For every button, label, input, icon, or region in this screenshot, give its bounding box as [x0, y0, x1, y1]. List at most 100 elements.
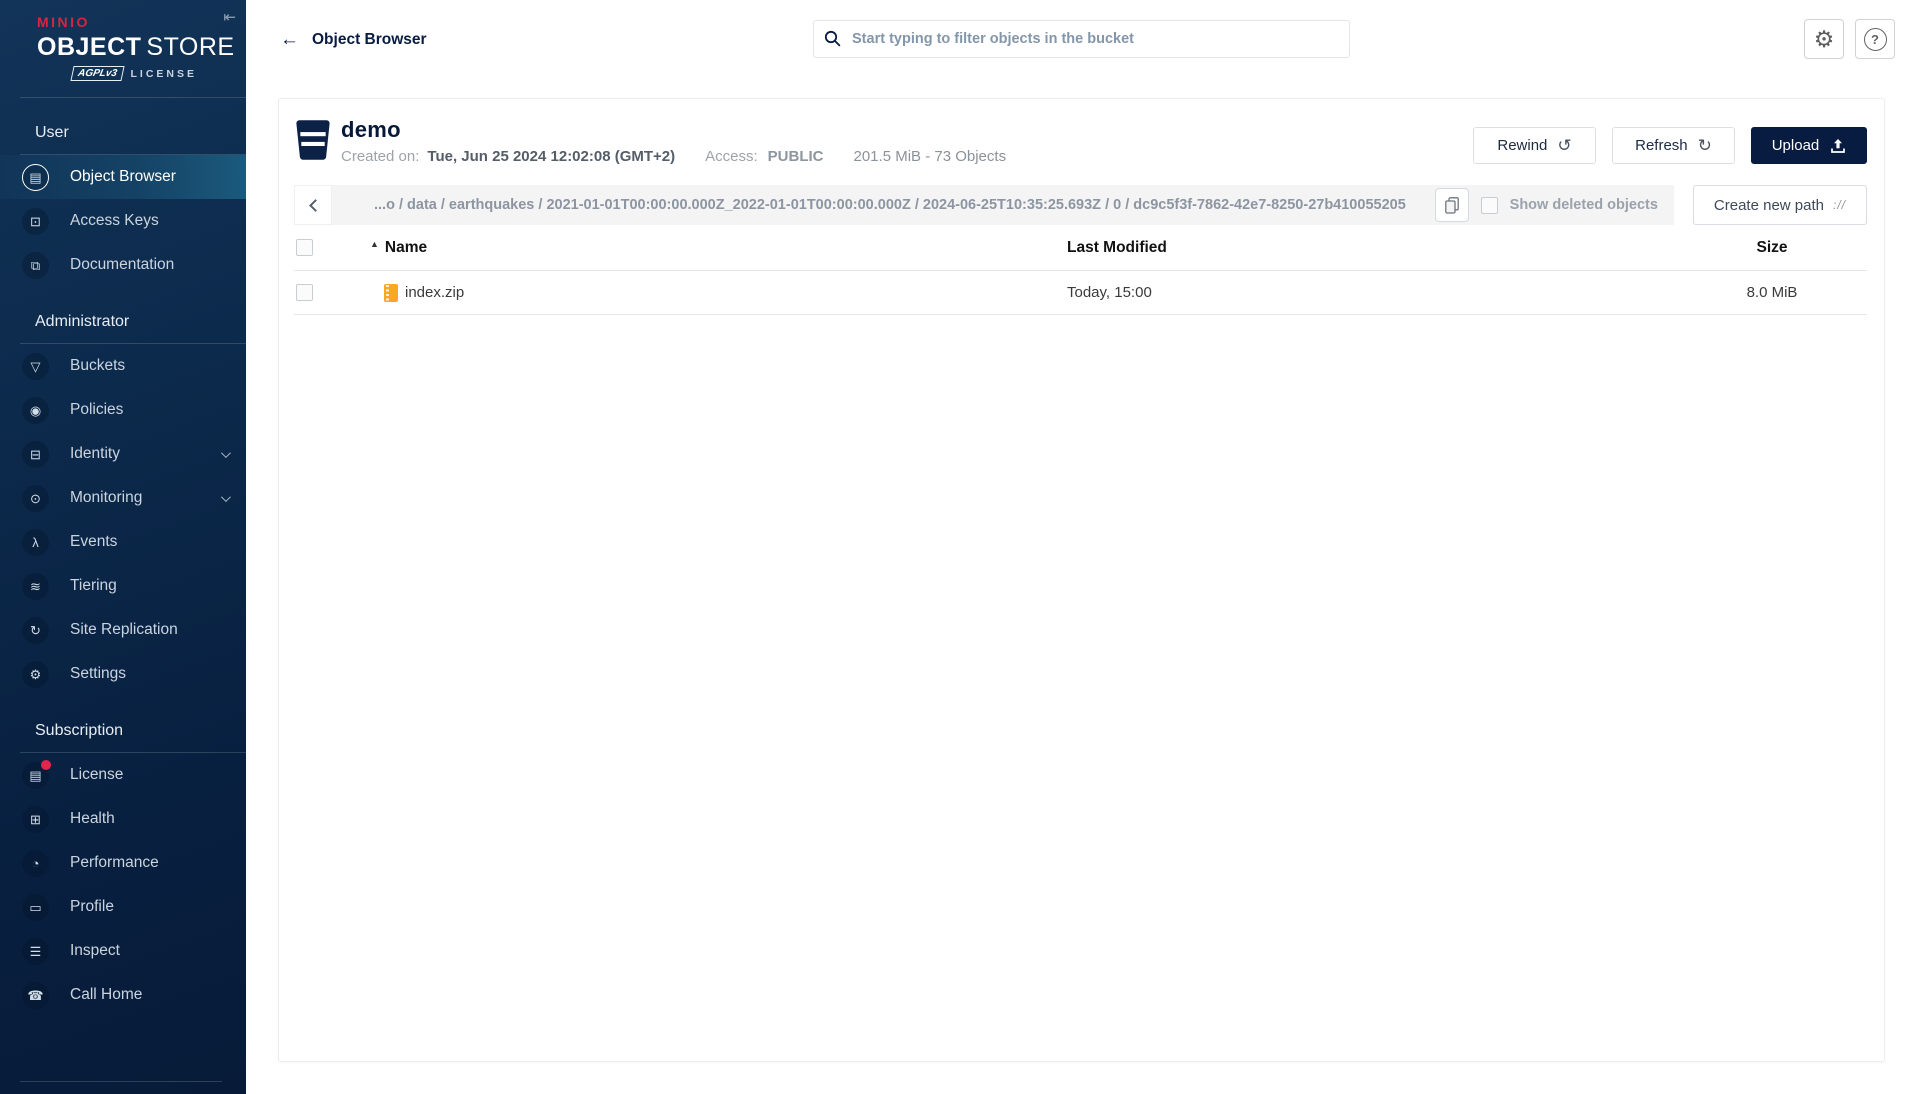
sidebar-item-identity[interactable]: ⊟ Identity	[0, 432, 246, 476]
call-home-icon: ☎	[22, 981, 49, 1009]
table-header-row: ▲ Name Last Modified Size	[294, 225, 1867, 271]
identity-icon: ⊟	[22, 440, 49, 468]
object-name-link[interactable]: index.zip	[405, 284, 464, 301]
object-size-cell: 8.0 MiB	[1746, 284, 1798, 301]
sidebar-item-call-home[interactable]: ☎ Call Home	[0, 973, 246, 1017]
row-checkbox[interactable]	[296, 284, 313, 301]
breadcrumb[interactable]: ...o / data / earthquakes / 2021-01-01T0…	[374, 197, 1423, 213]
sidebar-item-buckets[interactable]: ▽ Buckets	[0, 344, 246, 388]
size-header: Size	[1756, 238, 1788, 256]
select-all-cell	[294, 239, 340, 256]
rewind-icon: ↺	[1557, 135, 1572, 155]
sidebar-item-access-keys[interactable]: ⊡ Access Keys	[0, 199, 246, 243]
sidebar-item-license[interactable]: ▤ License	[0, 753, 246, 797]
agpl-badge: AGPLv3	[69, 66, 125, 81]
app-window: ⇤ MINIO OBJECT STORE AGPLv3 LICENSE User …	[0, 0, 1914, 1094]
sidebar-divider	[20, 97, 246, 98]
sidebar-bottom-divider	[20, 1081, 222, 1082]
page-title: Object Browser	[312, 30, 427, 48]
sidebar-item-policies[interactable]: ◉ Policies	[0, 388, 246, 432]
help-icon: ?	[1863, 27, 1887, 51]
inspect-icon: ☰	[22, 937, 49, 965]
profile-icon: ▭	[22, 893, 49, 921]
bucket-name: demo	[341, 117, 401, 142]
sidebar-item-documentation[interactable]: ⧉ Documentation	[0, 243, 246, 287]
breadcrumb-row: ...o / data / earthquakes / 2021-01-01T0…	[294, 185, 1867, 225]
created-value: Tue, Jun 25 2024 12:02:08 (GMT+2)	[427, 148, 676, 165]
sidebar-item-object-browser[interactable]: ▤ Object Browser	[0, 155, 246, 199]
sidebar-item-site-replication[interactable]: ↻ Site Replication	[0, 608, 246, 652]
sort-ascending-icon: ▲	[370, 238, 379, 249]
object-browser-icon: ▤	[22, 163, 49, 191]
sidebar-item-performance[interactable]: ◔ Performance	[0, 841, 246, 885]
bucket-icon	[296, 120, 330, 160]
site-replication-icon: ↻	[22, 616, 49, 644]
create-new-path-button[interactable]: Create new path ://	[1692, 185, 1867, 225]
main-area: ← Object Browser ⚙ ?	[246, 0, 1914, 1094]
rewind-button[interactable]: Rewind ↺	[1473, 127, 1596, 164]
search-bar	[813, 20, 1350, 58]
gear-icon: ⚙	[1813, 25, 1835, 52]
sidebar-item-health[interactable]: ⊞ Health	[0, 797, 246, 841]
section-label-administrator: Administrator	[35, 313, 130, 330]
chevron-down-icon	[220, 447, 231, 458]
sidebar: ⇤ MINIO OBJECT STORE AGPLv3 LICENSE User …	[0, 0, 246, 1094]
upload-button[interactable]: Upload	[1751, 127, 1867, 164]
access-keys-icon: ⊡	[22, 207, 49, 235]
topbar: ← Object Browser ⚙ ?	[246, 0, 1914, 79]
section-label-subscription: Subscription	[35, 722, 124, 739]
help-button[interactable]: ?	[1855, 19, 1895, 59]
bucket-card: demo Created on: Tue, Jun 25 2024 12:02:…	[278, 98, 1885, 1062]
copy-path-button[interactable]	[1434, 188, 1469, 222]
license-notification-dot	[41, 759, 51, 770]
access-value: PUBLIC	[767, 148, 824, 165]
select-all-checkbox[interactable]	[296, 239, 313, 256]
license-badge: AGPLv3 LICENSE	[37, 66, 197, 81]
chevron-down-icon	[220, 491, 231, 502]
back-arrow-icon[interactable]: ←	[280, 30, 299, 49]
section-label-user: User	[35, 124, 69, 141]
performance-icon: ◔	[22, 849, 49, 877]
row-select-cell	[294, 284, 340, 301]
health-icon: ⊞	[22, 805, 49, 833]
sidebar-item-profile[interactable]: ▭ Profile	[0, 885, 246, 929]
show-deleted-checkbox[interactable]	[1480, 196, 1498, 214]
product-name: OBJECT STORE	[37, 33, 235, 61]
sidebar-item-monitoring[interactable]: ⊙ Monitoring	[0, 476, 246, 520]
objects-table: ▲ Name Last Modified Size index.zip Toda…	[294, 225, 1867, 315]
license-icon: ▤	[22, 759, 51, 789]
refresh-icon: ↻	[1697, 135, 1712, 155]
created-label: Created on:	[341, 148, 420, 165]
chevron-left-icon	[308, 198, 322, 212]
minio-logo: MINIO OBJECT STORE AGPLv3 LICENSE	[0, 0, 246, 81]
tiering-icon: ≋	[22, 572, 49, 600]
bucket-meta: Created on: Tue, Jun 25 2024 12:02:08 (G…	[341, 148, 1006, 165]
copy-icon	[1444, 196, 1459, 214]
breadcrumb-back-button[interactable]	[294, 185, 332, 225]
policies-icon: ◉	[22, 396, 49, 424]
sidebar-item-settings[interactable]: ⚙ Settings	[0, 652, 246, 696]
search-input[interactable]	[813, 20, 1350, 58]
sidebar-item-tiering[interactable]: ≋ Tiering	[0, 564, 246, 608]
minio-wordmark: MINIO	[37, 14, 90, 30]
name-header[interactable]: ▲ Name	[340, 239, 1067, 257]
settings-button[interactable]: ⚙	[1804, 19, 1844, 59]
settings-icon: ⚙	[22, 660, 49, 688]
table-row[interactable]: index.zip Today, 15:00 8.0 MiB	[294, 271, 1867, 315]
events-icon: λ	[22, 528, 49, 556]
new-path-icon: ://	[1832, 198, 1846, 212]
access-label: Access:	[705, 148, 758, 165]
last-modified-header: Last Modified	[1067, 238, 1167, 256]
object-modified-cell: Today, 15:00	[1067, 284, 1152, 301]
upload-icon	[1831, 138, 1846, 153]
license-label: LICENSE	[130, 67, 197, 80]
breadcrumb-bar: ...o / data / earthquakes / 2021-01-01T0…	[332, 185, 1674, 225]
sidebar-collapse-icon[interactable]: ⇤	[223, 8, 236, 26]
sidebar-item-inspect[interactable]: ☰ Inspect	[0, 929, 246, 973]
search-icon	[824, 30, 841, 47]
sidebar-item-events[interactable]: λ Events	[0, 520, 246, 564]
bucket-header: demo Created on: Tue, Jun 25 2024 12:02:…	[279, 99, 1884, 171]
show-deleted-label: Show deleted objects	[1509, 197, 1658, 213]
buckets-icon: ▽	[22, 352, 49, 380]
refresh-button[interactable]: Refresh ↻	[1612, 127, 1735, 164]
